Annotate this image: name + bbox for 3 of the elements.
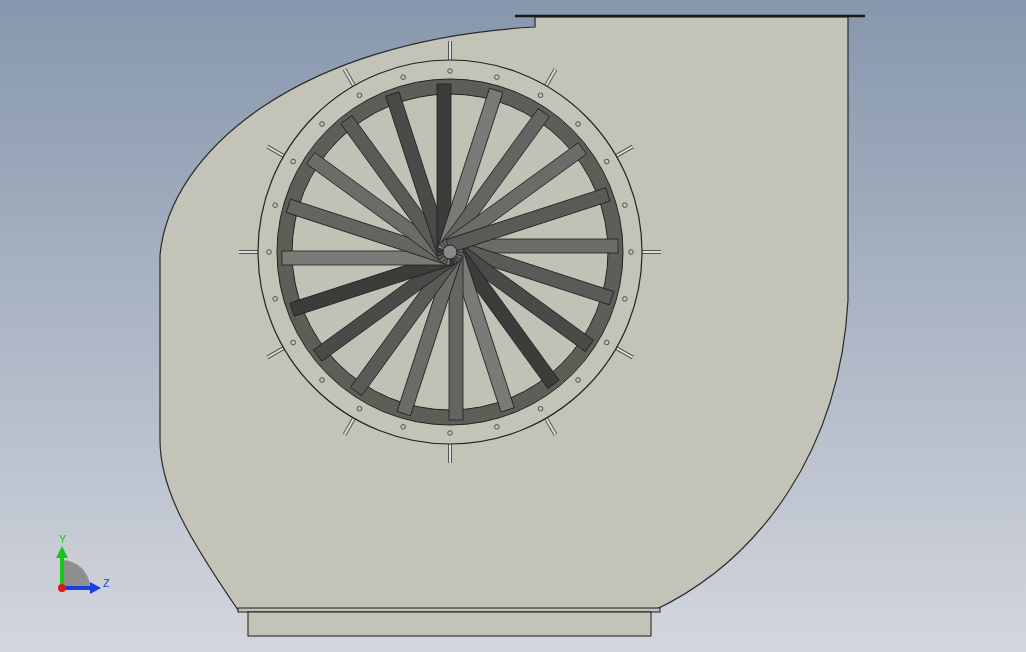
axis-label: Y: [59, 533, 67, 545]
origin-dot: [58, 584, 66, 592]
axis-label: Z: [103, 577, 110, 589]
